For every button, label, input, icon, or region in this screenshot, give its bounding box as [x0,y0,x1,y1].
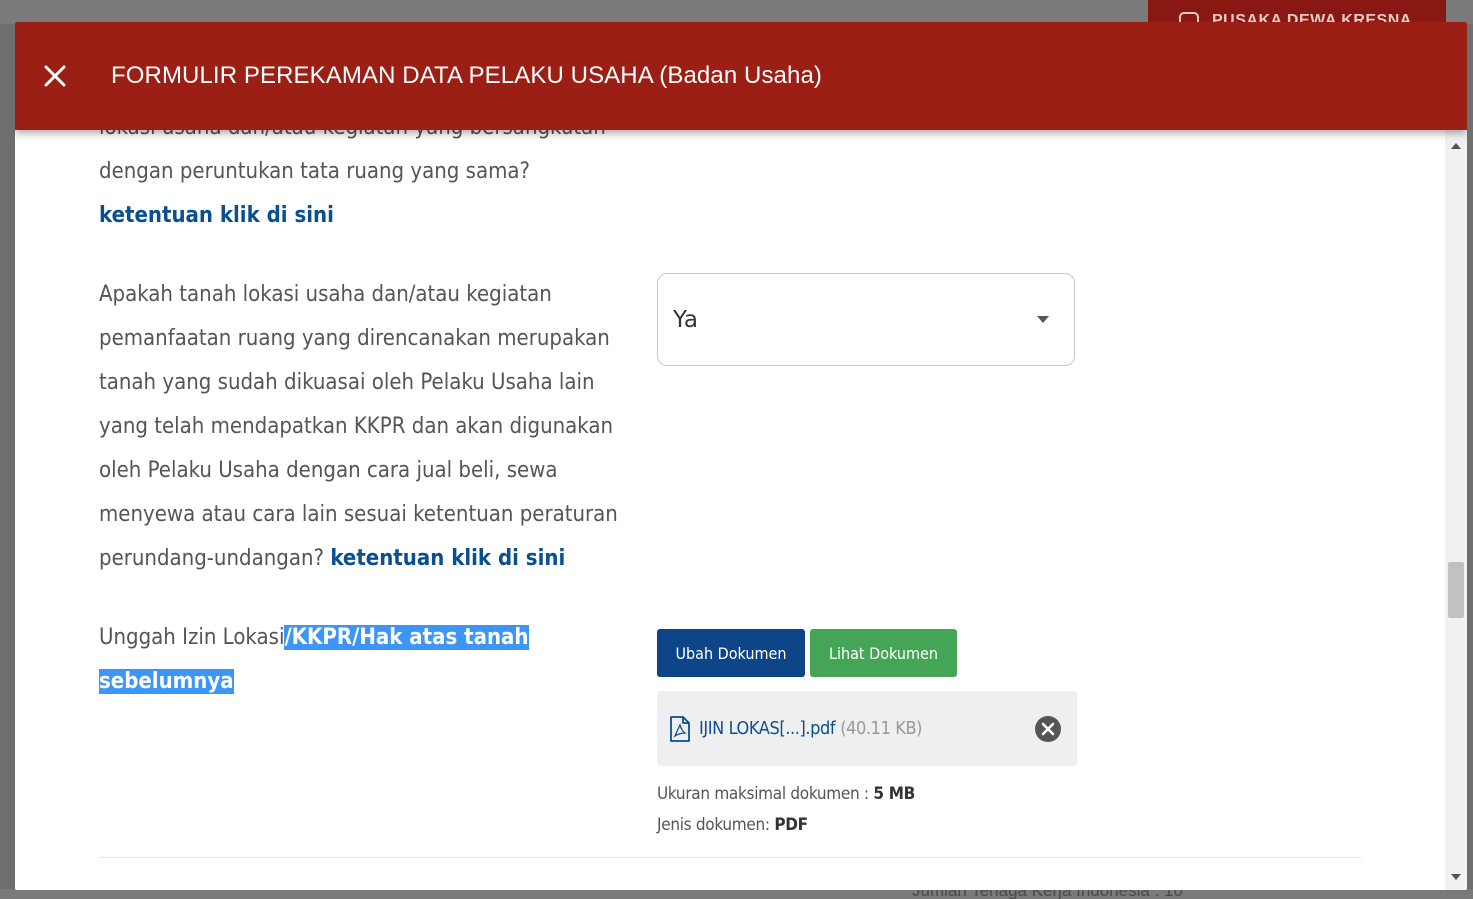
scrollbar-thumb[interactable] [1448,562,1464,618]
upload-label-highlight-2: sebelumnya [99,669,234,694]
dropdown-arrow-icon [1037,316,1049,323]
upload-label: Unggah Izin Lokasi/KKPR/Hak atas tanah s… [99,616,629,704]
document-type-info: Jenis dokumen: PDF [657,815,808,835]
background-page-bottom: Jumlah Tenaga Kerja Indonesia : 10 [0,889,1473,899]
max-size-info: Ukuran maksimal dokumen : 5 MB [657,784,915,804]
section-divider [99,857,1361,858]
upload-label-plain: Unggah Izin Lokasi [99,625,285,650]
question-1-text: dengan peruntukan tata ruang yang sama? [99,159,530,184]
file-name[interactable]: IJIN LOKAS[...].pdf [699,718,836,739]
max-size-value: 5 MB [873,784,915,804]
modal-title: FORMULIR PEREKAMAN DATA PELAKU USAHA (Ba… [111,62,822,89]
remove-file-icon[interactable] [1034,715,1062,743]
modal-dialog: lokasi usaha dan/atau kegiatan yang bers… [15,22,1467,890]
background-bottom-text: Jumlah Tenaga Kerja Indonesia : 10 [912,889,1183,899]
document-type-label: Jenis dokumen: [657,815,775,835]
question-2: Apakah tanah lokasi usaha dan/atau kegia… [99,273,629,581]
change-document-button[interactable]: Ubah Dokumen [657,629,805,677]
close-button[interactable] [35,56,75,96]
document-type-value: PDF [774,815,808,835]
background-user-badge: PUSAKA DEWA KRESNA [1148,0,1446,24]
modal-content: lokasi usaha dan/atau kegiatan yang bers… [15,22,1467,890]
file-size: (40.11 KB) [840,718,923,739]
scroll-down-arrow-icon[interactable] [1451,874,1461,880]
view-document-button[interactable]: Lihat Dokumen [810,629,957,677]
pdf-file-icon [670,715,690,742]
upload-label-highlight-1: /KKPR/Hak atas tanah [284,625,529,650]
uploaded-file-card: IJIN LOKAS[...].pdf (40.11 KB) [657,691,1077,766]
modal-header: FORMULIR PEREKAMAN DATA PELAKU USAHA (Ba… [15,22,1467,130]
question-2-text: Apakah tanah lokasi usaha dan/atau kegia… [99,282,618,571]
select-value: Ya [673,306,698,333]
question-2-select[interactable]: Ya [657,273,1075,366]
question-1-link[interactable]: ketentuan klik di sini [99,203,334,228]
question-2-link[interactable]: ketentuan klik di sini [330,546,565,571]
scroll-up-arrow-icon[interactable] [1451,143,1461,149]
max-size-label: Ukuran maksimal dokumen : [657,784,874,804]
close-icon [44,65,66,87]
scrollbar[interactable] [1445,130,1467,890]
